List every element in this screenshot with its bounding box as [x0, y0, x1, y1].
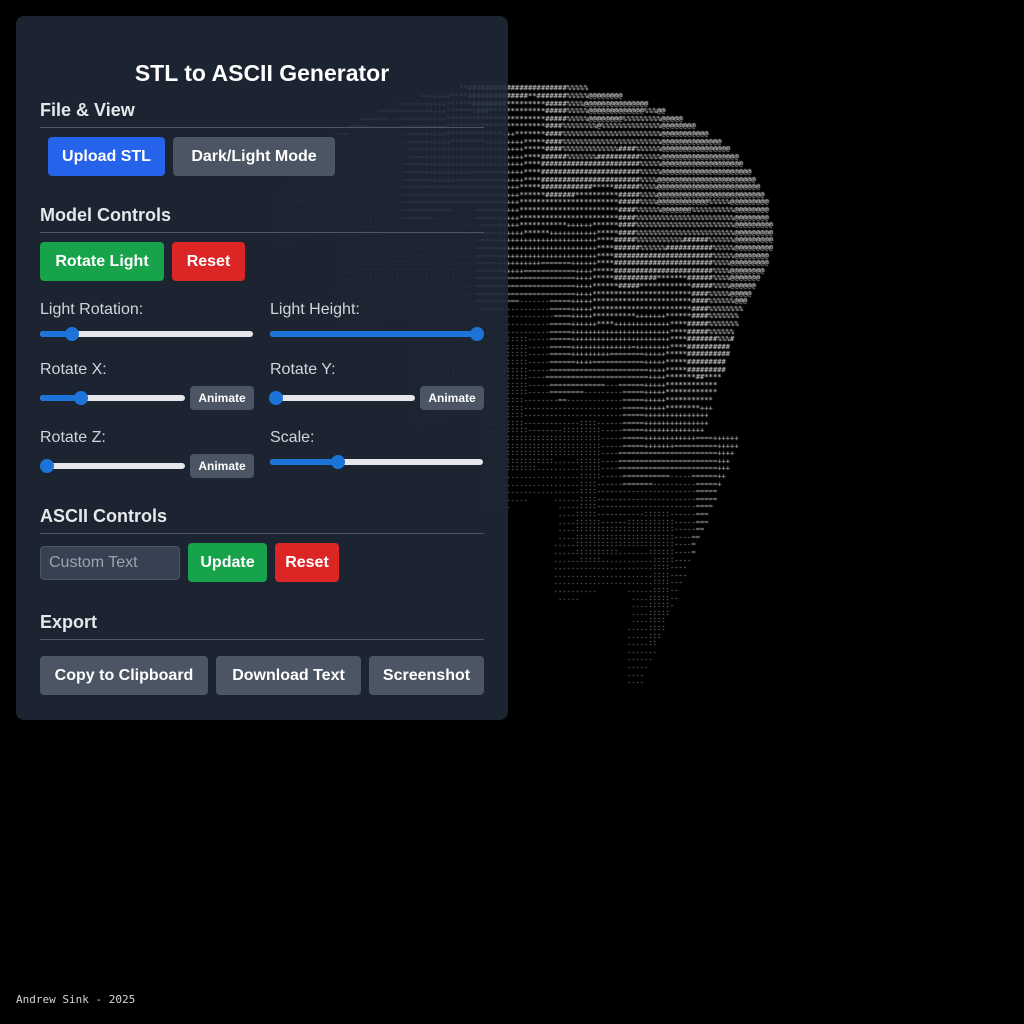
- reset-ascii-button[interactable]: Reset: [275, 543, 339, 582]
- section-export: Export: [40, 612, 484, 640]
- scale-slider[interactable]: [270, 455, 483, 469]
- scale-slider-fill: [270, 459, 339, 465]
- rotate-y-slider-thumb[interactable]: [268, 391, 283, 405]
- rotate-y-label: Rotate Y:: [270, 361, 336, 378]
- rotate-y-slider[interactable]: [268, 391, 415, 405]
- animate-z-button[interactable]: Animate: [190, 454, 254, 478]
- custom-text-input[interactable]: [40, 546, 180, 580]
- dark-light-mode-button[interactable]: Dark/Light Mode: [173, 137, 335, 176]
- control-panel: STL to ASCII Generator File & View Uploa…: [16, 16, 508, 720]
- rotate-x-slider[interactable]: [40, 391, 185, 405]
- light-height-slider-fill: [270, 331, 477, 337]
- section-ascii-controls: ASCII Controls: [40, 506, 484, 534]
- rotate-x-slider-thumb[interactable]: [73, 391, 88, 405]
- light-height-slider-thumb[interactable]: [469, 327, 484, 341]
- light-height-slider[interactable]: [270, 327, 484, 341]
- light-rotation-slider-thumb[interactable]: [64, 327, 79, 341]
- light-height-label: Light Height:: [270, 301, 360, 318]
- scale-label: Scale:: [270, 429, 315, 446]
- screenshot-button[interactable]: Screenshot: [369, 656, 484, 695]
- animate-x-button[interactable]: Animate: [190, 386, 254, 410]
- update-button[interactable]: Update: [188, 543, 267, 582]
- rotate-z-slider[interactable]: [40, 459, 185, 473]
- animate-y-button[interactable]: Animate: [420, 386, 484, 410]
- light-rotation-label: Light Rotation:: [40, 301, 144, 318]
- rotate-x-label: Rotate X:: [40, 361, 107, 378]
- copy-to-clipboard-button[interactable]: Copy to Clipboard: [40, 656, 208, 695]
- upload-stl-button[interactable]: Upload STL: [48, 137, 165, 176]
- reset-model-button[interactable]: Reset: [172, 242, 245, 281]
- section-model-controls: Model Controls: [40, 205, 484, 233]
- download-text-button[interactable]: Download Text: [216, 656, 361, 695]
- rotate-z-label: Rotate Z:: [40, 429, 106, 446]
- light-rotation-slider[interactable]: [40, 327, 253, 341]
- scale-slider-thumb[interactable]: [331, 455, 346, 469]
- page-title: STL to ASCII Generator: [134, 60, 390, 86]
- section-file-view: File & View: [40, 100, 484, 128]
- rotate-z-slider-thumb[interactable]: [40, 459, 55, 473]
- rotate-light-button[interactable]: Rotate Light: [40, 242, 164, 281]
- footer-credit: Andrew Sink - 2025: [16, 993, 136, 1006]
